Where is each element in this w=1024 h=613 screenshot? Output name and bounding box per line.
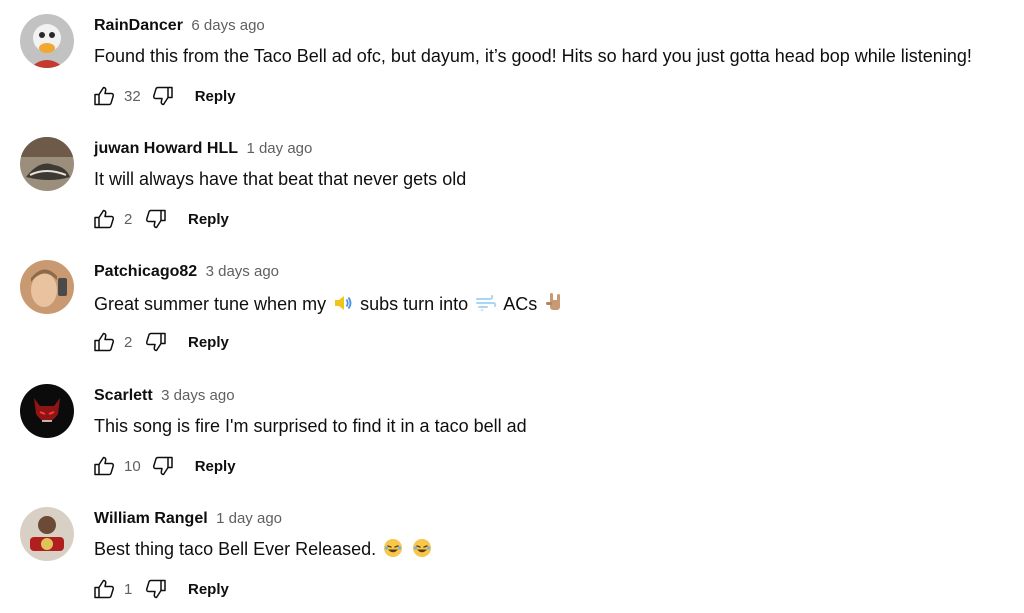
thumbs-down-icon — [152, 456, 173, 476]
thumbs-up-icon — [94, 332, 115, 352]
speaker-emoji-icon — [333, 293, 353, 318]
laughing-emoji-icon — [383, 538, 403, 563]
comment-timestamp[interactable]: 1 day ago — [246, 140, 312, 157]
like-button[interactable] — [90, 205, 118, 233]
like-button[interactable] — [90, 328, 118, 356]
comment-author[interactable]: Scarlett — [94, 387, 153, 404]
avatar[interactable] — [20, 260, 74, 314]
comment-author[interactable]: Patchicago82 — [94, 263, 197, 280]
comment-timestamp[interactable]: 6 days ago — [191, 17, 264, 34]
comment-timestamp[interactable]: 3 days ago — [206, 263, 279, 280]
like-count: 2 — [124, 333, 133, 351]
comment-text: Best thing taco Bell Ever Released. — [94, 538, 434, 563]
thumbs-up-icon — [94, 86, 115, 106]
reply-button[interactable]: Reply — [188, 334, 229, 351]
dislike-button[interactable] — [142, 205, 170, 233]
reply-button[interactable]: Reply — [188, 211, 229, 228]
comment-actions: 2 Reply — [90, 328, 229, 356]
comment-text: This song is fire I'm surprised to find … — [94, 416, 527, 436]
avatar[interactable] — [20, 507, 74, 561]
comment-text: Found this from the Taco Bell ad ofc, bu… — [94, 46, 972, 66]
comment-text: It will always have that beat that never… — [94, 169, 467, 189]
avatar[interactable] — [20, 14, 74, 68]
comment-item: RainDancer 6 days ago Found this from th… — [0, 0, 1024, 120]
thumbs-down-icon — [145, 579, 166, 599]
comment-author[interactable]: RainDancer — [94, 17, 183, 34]
comment-actions: 10 Reply — [90, 452, 236, 480]
dislike-button[interactable] — [149, 82, 177, 110]
like-count: 2 — [124, 210, 133, 228]
thumbs-down-icon — [152, 86, 173, 106]
like-count: 10 — [124, 457, 141, 475]
thumbs-down-icon — [145, 209, 166, 229]
like-count: 1 — [124, 580, 133, 598]
comment-text-part: ACs — [503, 294, 538, 314]
like-button[interactable] — [90, 452, 118, 480]
avatar[interactable] — [20, 384, 74, 438]
reply-button[interactable]: Reply — [188, 581, 229, 598]
comment-author[interactable]: William Rangel — [94, 510, 208, 527]
comment-item: Scarlett 3 days ago This song is fire I'… — [0, 370, 1024, 490]
comment-item: Patchicago82 3 days ago Great summer tun… — [0, 246, 1024, 366]
like-count: 32 — [124, 87, 141, 105]
laughing-emoji-icon — [412, 538, 432, 563]
comment-actions: 2 Reply — [90, 205, 229, 233]
comment-actions: 1 Reply — [90, 575, 229, 603]
comment-timestamp[interactable]: 3 days ago — [161, 387, 234, 404]
dislike-button[interactable] — [149, 452, 177, 480]
thumbs-up-icon — [94, 456, 115, 476]
comment-timestamp[interactable]: 1 day ago — [216, 510, 282, 527]
comment-text-part: Best thing taco Bell Ever Released. — [94, 539, 377, 559]
dislike-button[interactable] — [142, 328, 170, 356]
comment-author[interactable]: juwan Howard HLL — [94, 140, 238, 157]
thumbs-up-icon — [94, 209, 115, 229]
comment-text-part: Great summer tune when my — [94, 294, 327, 314]
reply-button[interactable]: Reply — [195, 88, 236, 105]
horns-hand-emoji-icon — [544, 291, 566, 318]
comment-actions: 32 Reply — [90, 82, 236, 110]
dislike-button[interactable] — [142, 575, 170, 603]
comment-item: William Rangel 1 day ago Best thing taco… — [0, 493, 1024, 613]
like-button[interactable] — [90, 82, 118, 110]
thumbs-down-icon — [145, 332, 166, 352]
like-button[interactable] — [90, 575, 118, 603]
reply-button[interactable]: Reply — [195, 458, 236, 475]
comment-item: juwan Howard HLL 1 day ago It will alway… — [0, 123, 1024, 243]
comment-text: Great summer tune when my subs turn into… — [94, 291, 568, 318]
thumbs-up-icon — [94, 579, 115, 599]
wind-emoji-icon — [475, 293, 497, 318]
avatar[interactable] — [20, 137, 74, 191]
comment-text-part: subs turn into — [360, 294, 469, 314]
